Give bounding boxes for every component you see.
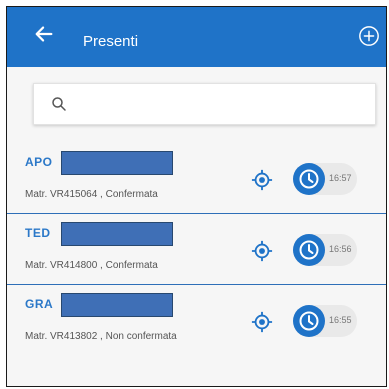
location-target-icon[interactable] [251, 169, 273, 191]
clock-icon [293, 163, 325, 195]
clock-icon [293, 234, 325, 266]
employee-matr: Matr. VR413802 , Non confermata [25, 331, 177, 342]
app-bar: Presenti [7, 7, 386, 67]
search-bar[interactable] [33, 83, 376, 125]
search-input[interactable] [78, 92, 362, 118]
redaction-bar [61, 222, 173, 246]
employee-list: APO Matr. VR415064 , Confermata 16:57 TE… [7, 143, 386, 355]
employee-name: TED [25, 226, 51, 240]
employee-name: GRA [25, 297, 54, 311]
location-target-icon[interactable] [251, 240, 273, 262]
redaction-bar [61, 293, 173, 317]
time-chip[interactable]: 16:56 [293, 234, 357, 266]
employee-matr: Matr. VR414800 , Confermata [25, 260, 158, 271]
page-title: Presenti [83, 33, 139, 50]
list-item[interactable]: TED Matr. VR414800 , Confermata 16:56 [7, 214, 386, 285]
clock-icon [293, 305, 325, 337]
redaction-bar [61, 151, 173, 175]
arrow-left-icon[interactable] [33, 23, 55, 45]
plus-circle-icon[interactable] [358, 25, 380, 47]
app-frame: Presenti APO Matr. VR415064 , Confermata [6, 6, 387, 387]
search-icon [52, 97, 66, 111]
time-label: 16:55 [329, 315, 352, 325]
time-chip[interactable]: 16:55 [293, 305, 357, 337]
time-chip[interactable]: 16:57 [293, 163, 357, 195]
time-label: 16:56 [329, 244, 352, 254]
time-label: 16:57 [329, 173, 352, 183]
employee-name: APO [25, 155, 53, 169]
location-target-icon[interactable] [251, 311, 273, 333]
list-item[interactable]: APO Matr. VR415064 , Confermata 16:57 [7, 143, 386, 214]
employee-matr: Matr. VR415064 , Confermata [25, 189, 158, 200]
list-item[interactable]: GRA Matr. VR413802 , Non confermata 16:5… [7, 285, 386, 355]
